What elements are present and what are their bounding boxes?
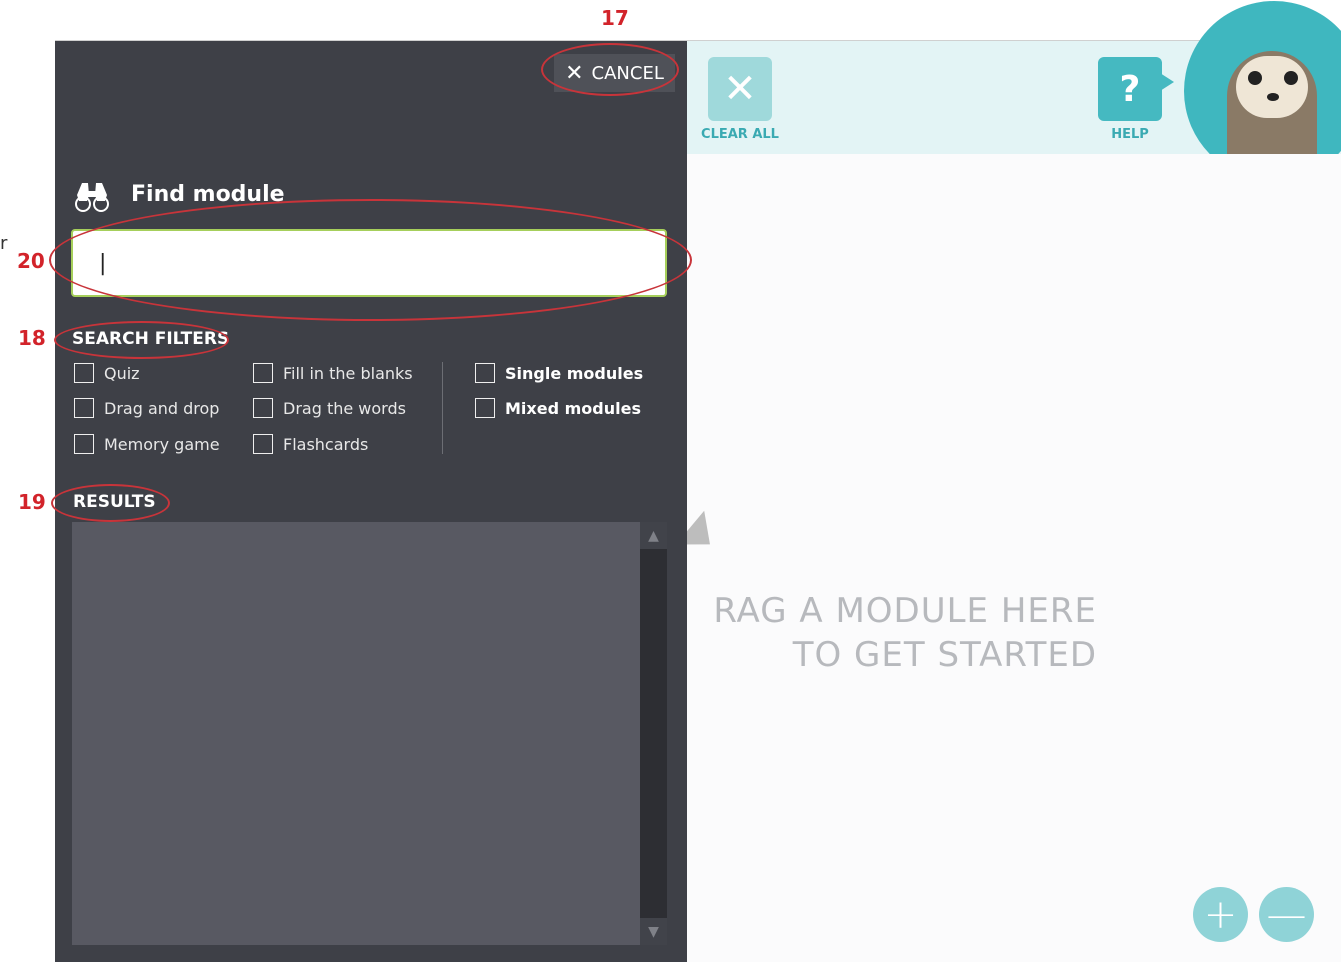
filter-label: Drag and drop xyxy=(104,398,220,418)
filter-label: Single modules xyxy=(505,363,644,383)
checkbox[interactable] xyxy=(253,434,273,454)
filter-label: Memory game xyxy=(104,434,220,454)
question-icon: ? xyxy=(1119,68,1141,110)
cancel-button[interactable]: ✕ CANCEL xyxy=(554,54,675,92)
checkbox[interactable] xyxy=(74,363,94,383)
clear-all-label[interactable]: CLEAR ALL xyxy=(692,127,788,142)
module-canvas[interactable]: RAG A MODULE HERE TO GET STARTED + — xyxy=(675,154,1341,962)
minus-icon: — xyxy=(1266,891,1307,938)
filter-label: Quiz xyxy=(104,363,140,383)
plus-icon: + xyxy=(1203,891,1238,938)
filter-mixed-modules[interactable]: Mixed modules xyxy=(475,398,641,418)
checkbox[interactable] xyxy=(74,398,94,418)
annotation-number-18: 18 xyxy=(18,326,46,350)
filter-fill-in-the-blanks[interactable]: Fill in the blanks xyxy=(253,363,413,383)
app-window: ✕ CLEAR ALL ? HELP RAG A MODULE HERE TO … xyxy=(55,1,1341,962)
filter-drag-the-words[interactable]: Drag the words xyxy=(253,398,406,418)
checkbox[interactable] xyxy=(253,398,273,418)
stray-label-fragment: r xyxy=(0,233,8,254)
scroll-up-button[interactable]: ▲ xyxy=(640,522,667,549)
clear-all-button[interactable]: ✕ xyxy=(708,57,772,121)
top-toolbar: ✕ CLEAR ALL ? HELP xyxy=(687,1,1341,154)
annotation-number-20: 20 xyxy=(17,249,45,273)
meerkat-mascot-avatar xyxy=(1184,1,1341,154)
results-heading: RESULTS xyxy=(73,492,156,512)
filter-quiz[interactable]: Quiz xyxy=(74,363,140,383)
help-button[interactable]: ? xyxy=(1098,57,1162,121)
panel-title: Find module xyxy=(131,182,285,207)
results-list[interactable] xyxy=(72,522,640,945)
filter-divider xyxy=(442,362,443,454)
scroll-down-button[interactable]: ▼ xyxy=(640,918,667,945)
filter-label: Mixed modules xyxy=(505,398,641,418)
filter-single-modules[interactable]: Single modules xyxy=(475,363,643,383)
filter-label: Fill in the blanks xyxy=(283,363,413,383)
zoom-out-button[interactable]: — xyxy=(1259,887,1314,942)
close-icon: ✕ xyxy=(565,60,584,86)
help-label[interactable]: HELP xyxy=(1092,127,1168,142)
annotation-number-17: 17 xyxy=(601,6,629,30)
filter-memory-game[interactable]: Memory game xyxy=(74,434,220,454)
checkbox[interactable] xyxy=(475,363,495,383)
search-input[interactable] xyxy=(71,229,667,297)
results-scrollbar[interactable]: ▲ ▼ xyxy=(640,522,667,945)
speech-bubble-tail xyxy=(1160,73,1174,91)
binoculars-icon xyxy=(74,181,110,220)
arrow-down-icon: ▼ xyxy=(648,923,659,940)
checkbox[interactable] xyxy=(74,434,94,454)
cancel-label: CANCEL xyxy=(591,62,664,84)
annotation-number-19: 19 xyxy=(18,490,46,514)
filter-label: Drag the words xyxy=(283,398,406,418)
checkbox[interactable] xyxy=(475,398,495,418)
filter-label: Flashcards xyxy=(283,434,369,454)
checkbox[interactable] xyxy=(253,363,273,383)
filter-drag-and-drop[interactable]: Drag and drop xyxy=(74,398,219,418)
close-icon: ✕ xyxy=(723,66,757,112)
search-filters-heading: SEARCH FILTERS xyxy=(72,329,230,349)
drop-hint-text: RAG A MODULE HERE TO GET STARTED xyxy=(713,591,1097,675)
zoom-in-button[interactable]: + xyxy=(1193,887,1248,942)
arrow-up-icon: ▲ xyxy=(648,527,659,544)
filter-flashcards[interactable]: Flashcards xyxy=(253,434,368,454)
find-module-panel: ✕ CANCEL Find module SEARCH FILTERS Quiz… xyxy=(55,41,687,962)
